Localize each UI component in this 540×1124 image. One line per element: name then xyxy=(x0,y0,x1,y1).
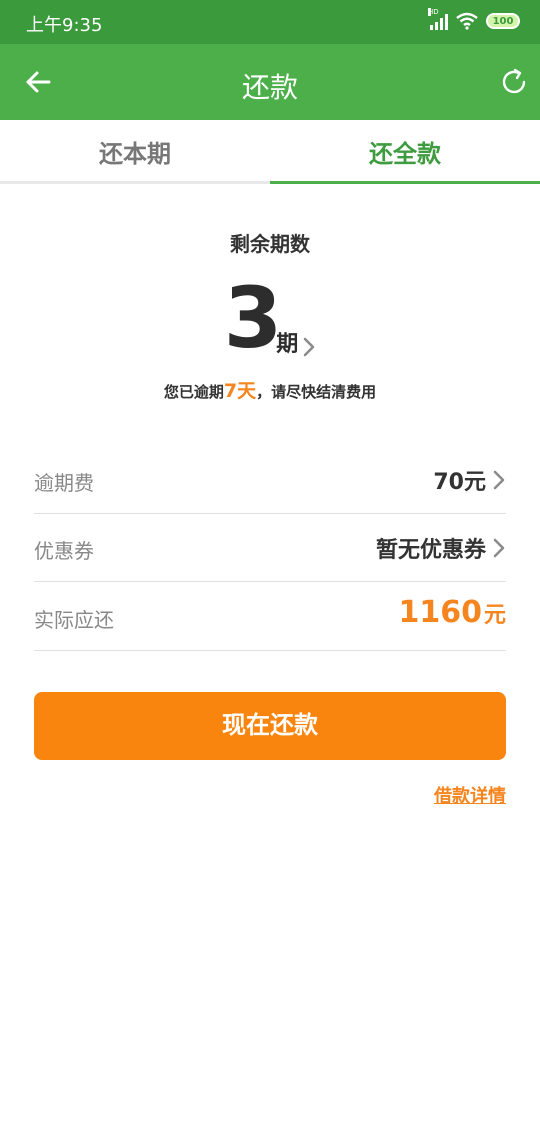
refresh-icon[interactable] xyxy=(498,66,530,98)
coupon-row[interactable]: 优惠券 暂无优惠券 xyxy=(34,514,506,582)
actual-due-amount: 1160 xyxy=(398,595,482,630)
repay-tabs: 还本期 还全款 xyxy=(0,120,540,184)
late-fee-amount: 70元 xyxy=(433,470,486,495)
coupon-status: 暂无优惠券 xyxy=(375,538,486,563)
status-bar: 上午9:35 HD 100 xyxy=(0,0,540,44)
page-title: 还款 xyxy=(241,71,298,104)
late-fee-row[interactable]: 逾期费 70元 xyxy=(34,446,506,514)
late-fee-label: 逾期费 xyxy=(34,471,94,495)
wifi-icon xyxy=(456,12,478,30)
battery-icon: 100 xyxy=(486,13,520,29)
chevron-right-icon xyxy=(303,337,315,357)
actual-due-value: 1160 元 xyxy=(398,595,506,630)
remaining-unit: 期 xyxy=(276,332,299,357)
coupon-value: 暂无优惠券 xyxy=(376,532,506,564)
remaining-periods-label: 剩余期数 xyxy=(230,232,310,256)
signal-icon: HD xyxy=(428,8,448,30)
chevron-right-icon xyxy=(493,538,505,558)
overdue-notice: 您已逾期7天，请尽快结清费用 xyxy=(0,376,540,403)
actual-due-row: 实际应还 1160 元 xyxy=(34,583,506,651)
loan-detail-link[interactable]: 借款详情 xyxy=(434,782,506,808)
coupon-label: 优惠券 xyxy=(34,539,94,563)
actual-due-label: 实际应还 xyxy=(34,608,114,632)
actual-due-unit: 元 xyxy=(483,602,506,628)
pay-now-button[interactable]: 现在还款 xyxy=(34,692,506,760)
overdue-prefix: 您已逾期 xyxy=(163,383,224,401)
battery-level: 100 xyxy=(492,15,514,27)
tab-repay-full[interactable]: 还全款 xyxy=(270,120,540,184)
late-fee-value: 70元 xyxy=(433,464,506,496)
status-icons: HD 100 xyxy=(428,8,520,30)
status-time: 上午9:35 xyxy=(26,15,103,36)
overdue-suffix: ，请尽快结清费用 xyxy=(256,383,377,401)
overdue-days: 7天 xyxy=(223,380,257,402)
app-bar: 还款 xyxy=(0,44,540,120)
network-type-label: HD xyxy=(428,8,439,16)
remaining-periods[interactable]: 3期 xyxy=(0,270,540,366)
remaining-count: 3 xyxy=(223,269,283,367)
chevron-right-icon xyxy=(493,470,505,490)
tab-repay-installment[interactable]: 还本期 xyxy=(0,120,270,181)
